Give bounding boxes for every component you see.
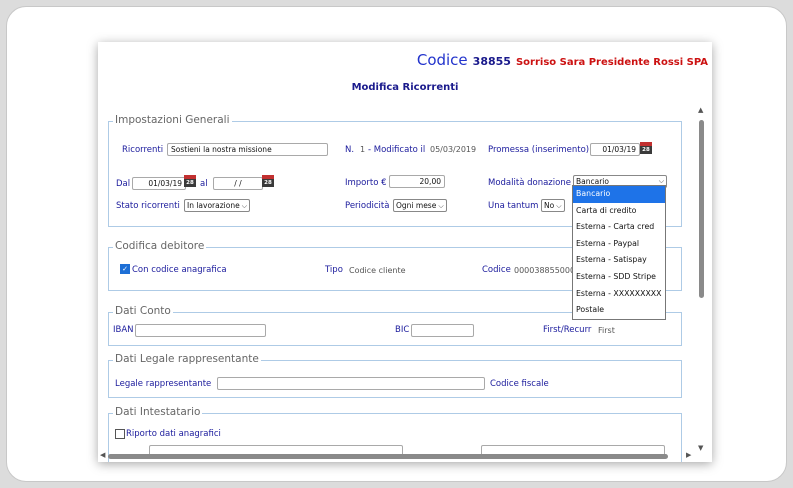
tipo-value: Codice cliente [349, 266, 406, 275]
dropdown-option[interactable]: Esterna - Carta cred [573, 219, 665, 236]
iban-input[interactable] [135, 324, 266, 337]
header: Codice 38855 Sorriso Sara Presidente Rossi… [417, 50, 708, 69]
codice-fiscale-label: Codice fiscale [490, 379, 549, 389]
codice-label: Codice [482, 265, 511, 275]
header-codice-label: Codice [416, 51, 468, 69]
legend-dati-conto: Dati Conto [113, 305, 173, 317]
legend-codifica: Codifica debitore [113, 240, 207, 252]
horizontal-scrollbar[interactable]: ◀ ▶ [98, 450, 712, 462]
checkbox-unchecked-icon[interactable] [115, 429, 125, 439]
modificato-value: 05/03/2019 [430, 145, 477, 154]
bic-input[interactable] [411, 324, 474, 337]
al-label: al [200, 179, 208, 189]
periodicita-select[interactable]: Ogni mese ⌵ [393, 199, 447, 212]
checkbox-checked-icon[interactable]: ✓ [120, 264, 130, 274]
first-recurr-label: First/Recurr [543, 325, 592, 335]
chevron-down-icon: ⌵ [241, 202, 248, 210]
riporto-dati-label: Riporto dati anagrafici [126, 429, 221, 439]
first-recurr-value: First [598, 326, 615, 335]
ricorrenti-input[interactable]: Sostieni la nostra missione [167, 143, 328, 156]
modalita-dropdown-list[interactable]: Bancario Carta di credito Esterna - Carta … [572, 185, 666, 320]
arrow-up-icon[interactable]: ▲ [698, 106, 703, 114]
dropdown-option[interactable]: Bancario [573, 186, 665, 203]
legale-rappresentante-input[interactable] [217, 377, 485, 390]
una-tantum-selected-value: No [544, 201, 555, 210]
stato-selected-value: In lavorazione [187, 201, 240, 210]
modificato-label: - Modificato il [368, 145, 426, 155]
dropdown-option[interactable]: Esterna - Paypal [573, 236, 665, 253]
calendar-icon[interactable]: 28 [184, 175, 196, 187]
tipo-label: Tipo [325, 265, 343, 275]
dropdown-option[interactable]: Carta di credito [573, 203, 665, 220]
page-title: Modifica Ricorrenti [351, 82, 459, 93]
dropdown-option[interactable]: Esterna - XXXXXXXXX [573, 286, 665, 303]
stato-select[interactable]: In lavorazione ⌵ [184, 199, 251, 212]
bic-label: BIC [395, 325, 410, 335]
stato-label: Stato ricorrenti [116, 201, 180, 211]
periodicita-selected-value: Ogni mese [396, 201, 437, 210]
con-codice-label: Con codice anagrafica [132, 265, 227, 275]
dal-date-input[interactable]: 01/03/19 [132, 177, 186, 190]
modalita-label: Modalità donazione [488, 178, 571, 188]
periodicita-label: Periodicità [345, 201, 390, 211]
iban-label: IBAN [113, 325, 134, 335]
legend-impostazioni: Impostazioni Generali [113, 114, 232, 126]
una-tantum-select[interactable]: No ⌵ [541, 199, 565, 212]
legend-intestatario: Dati Intestatario [113, 406, 203, 418]
scrollbar-thumb[interactable] [108, 454, 668, 459]
legale-rappresentante-label: Legale rappresentante [115, 379, 212, 389]
promessa-label: Promessa (inserimento) [488, 145, 590, 155]
arrow-right-icon[interactable]: ▶ [686, 451, 691, 459]
ricorrenti-label: Ricorrenti [122, 145, 164, 155]
promessa-date-input[interactable]: 01/03/19 [590, 143, 640, 156]
importo-label: Importo € [345, 178, 387, 188]
n-value: 1 [360, 145, 366, 154]
importo-input[interactable]: 20,00 [389, 175, 445, 188]
header-organization: Sorriso Sara Presidente Rossi SPA [515, 57, 708, 68]
dropdown-option[interactable]: Postale [573, 302, 665, 319]
header-codice-number: 38855 [472, 55, 511, 68]
chevron-down-icon: ⌵ [438, 202, 444, 210]
legend-legale: Dati Legale rappresentante [113, 353, 261, 365]
calendar-icon[interactable]: 28 [640, 142, 652, 154]
arrow-left-icon[interactable]: ◀ [100, 451, 105, 459]
dropdown-option[interactable]: Esterna - Satispay [573, 252, 665, 269]
una-tantum-label: Una tantum [488, 201, 539, 211]
dropdown-option[interactable]: Esterna - SDD Stripe [573, 269, 665, 286]
dal-label: Dal [116, 179, 131, 189]
n-label: N. [345, 145, 355, 155]
al-date-input[interactable]: / / [213, 177, 263, 190]
scrollbar-thumb[interactable] [699, 120, 704, 298]
chevron-down-icon: ⌵ [556, 202, 562, 210]
dialog-window: Codice 38855 Sorriso Sara Presidente Rossi… [98, 42, 712, 462]
calendar-icon[interactable]: 28 [262, 175, 274, 187]
vertical-scrollbar[interactable]: ▲ ▼ [698, 106, 706, 452]
section-legale-rappresentante: Dati Legale rappresentante Legale rappre… [108, 353, 682, 398]
